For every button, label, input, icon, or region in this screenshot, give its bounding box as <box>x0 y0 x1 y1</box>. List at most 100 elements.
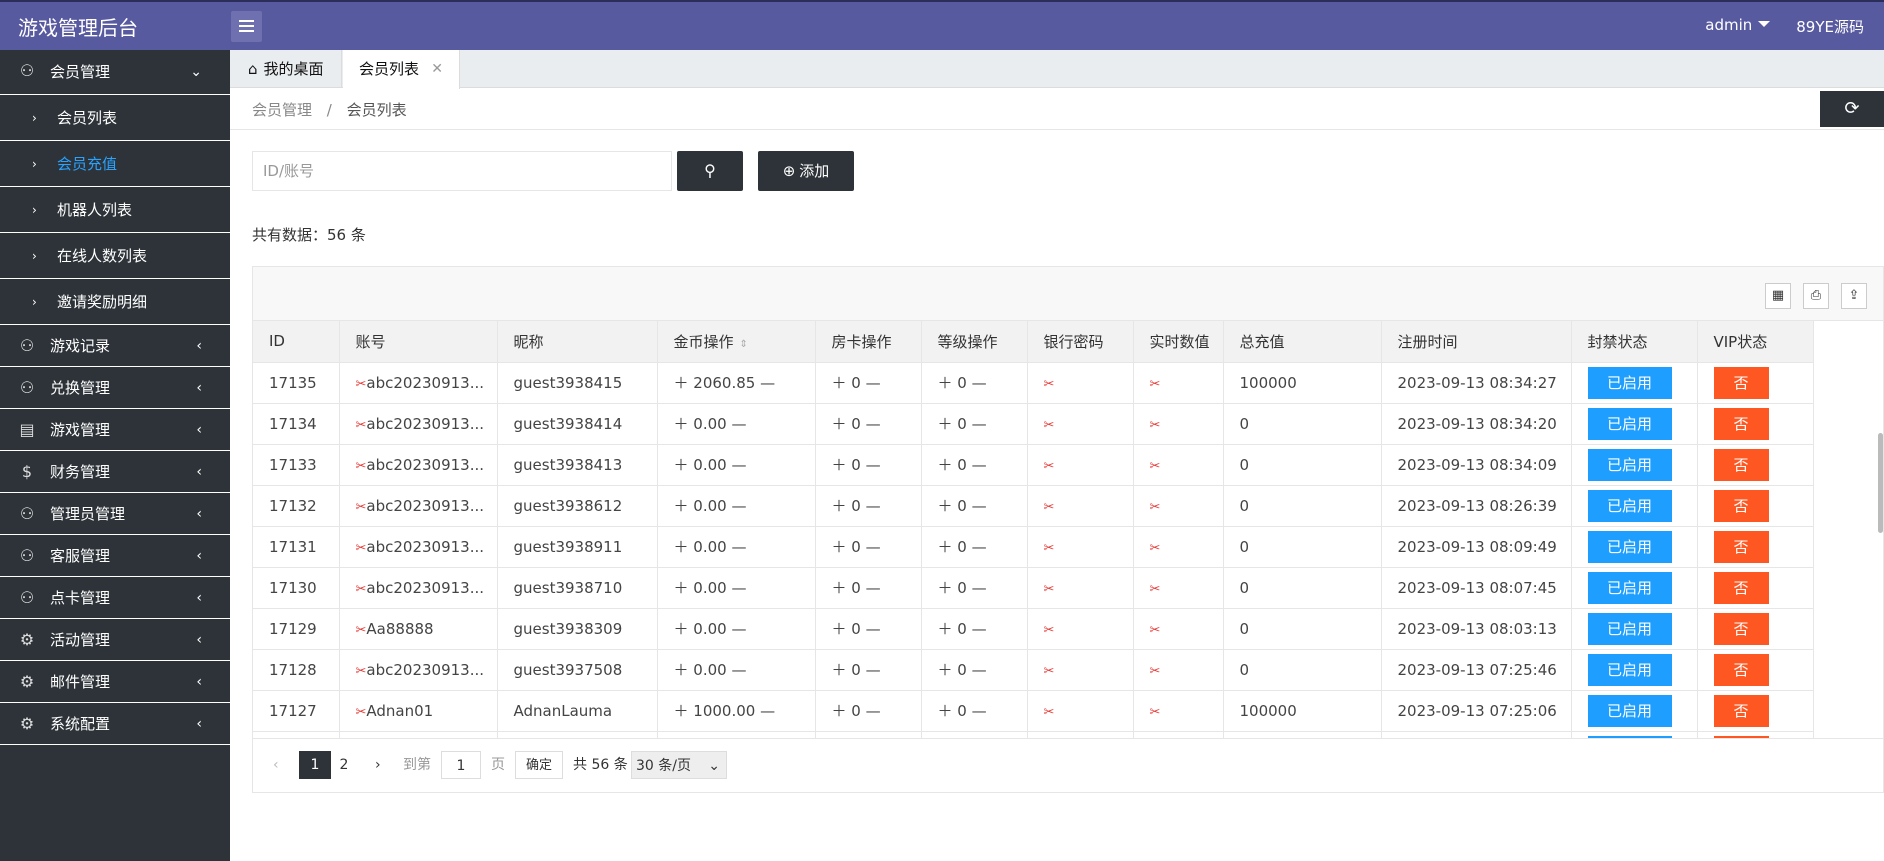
minus-icon[interactable]: — <box>967 702 987 720</box>
plus-icon[interactable]: ＋ <box>832 579 852 597</box>
broken-link-icon[interactable]: ✂ <box>1150 541 1161 556</box>
plus-icon[interactable]: ＋ <box>674 538 694 556</box>
broken-link-icon[interactable]: ✂ <box>1044 664 1055 679</box>
sidebar-subitem[interactable]: › 会员列表 <box>0 95 230 141</box>
broken-link-icon[interactable]: ✂ <box>1150 459 1161 474</box>
broken-link-icon[interactable]: ✂ <box>356 623 367 638</box>
plus-icon[interactable]: ＋ <box>674 374 694 392</box>
minus-icon[interactable]: — <box>755 702 775 720</box>
broken-link-icon[interactable]: ✂ <box>356 541 367 556</box>
minus-icon[interactable]: — <box>727 620 746 638</box>
plus-icon[interactable]: ＋ <box>832 456 852 474</box>
broken-link-icon[interactable]: ✂ <box>1150 377 1161 392</box>
export-icon[interactable]: ⇪ <box>1841 283 1867 309</box>
ban-status-button[interactable]: 已启用 <box>1587 653 1672 686</box>
plus-icon[interactable]: ＋ <box>832 497 852 515</box>
broken-link-icon[interactable]: ✂ <box>356 664 367 679</box>
search-input[interactable]: ID/账号 <box>252 151 672 191</box>
sidebar-item[interactable]: ⚇ 客服管理 ‹ <box>0 535 230 577</box>
broken-link-icon[interactable]: ✂ <box>1150 500 1161 515</box>
broken-link-icon[interactable]: ✂ <box>1150 582 1161 597</box>
ban-status-button[interactable]: 已启用 <box>1587 612 1672 645</box>
broken-link-icon[interactable]: ✂ <box>1150 664 1161 679</box>
minus-icon[interactable]: — <box>727 497 746 515</box>
vip-status-button[interactable]: 否 <box>1713 571 1769 604</box>
plus-icon[interactable]: ＋ <box>938 538 958 556</box>
broken-link-icon[interactable]: ✂ <box>1044 459 1055 474</box>
goto-confirm-button[interactable]: 确定 <box>515 751 563 779</box>
ban-status-button[interactable]: 已启用 <box>1587 448 1672 481</box>
minus-icon[interactable]: — <box>861 456 881 474</box>
minus-icon[interactable]: — <box>861 702 881 720</box>
minus-icon[interactable]: — <box>727 415 746 433</box>
plus-icon[interactable]: ＋ <box>938 497 958 515</box>
minus-icon[interactable]: — <box>727 456 746 474</box>
plus-icon[interactable]: ＋ <box>938 579 958 597</box>
broken-link-icon[interactable]: ✂ <box>356 500 367 515</box>
sidebar-item[interactable]: ⚙ 活动管理 ‹ <box>0 619 230 661</box>
vip-status-button[interactable]: 否 <box>1713 694 1769 727</box>
plus-icon[interactable]: ＋ <box>832 702 852 720</box>
next-page-icon[interactable]: › <box>375 751 381 779</box>
minus-icon[interactable]: — <box>861 374 881 392</box>
sidebar-item[interactable]: ▤ 游戏管理 ‹ <box>0 409 230 451</box>
vip-status-button[interactable]: 否 <box>1713 612 1769 645</box>
minus-icon[interactable]: — <box>967 579 987 597</box>
broken-link-icon[interactable]: ✂ <box>356 418 367 433</box>
plus-icon[interactable]: ＋ <box>832 538 852 556</box>
broken-link-icon[interactable]: ✂ <box>356 582 367 597</box>
broken-link-icon[interactable]: ✂ <box>1044 418 1055 433</box>
sidebar-subitem[interactable]: › 机器人列表 <box>0 187 230 233</box>
plus-icon[interactable]: ＋ <box>832 374 852 392</box>
tab-home[interactable]: ⌂ 我的桌面 <box>230 50 342 88</box>
plus-icon[interactable]: ＋ <box>832 661 852 679</box>
plus-icon[interactable]: ＋ <box>674 456 694 474</box>
vip-status-button[interactable]: 否 <box>1713 366 1769 399</box>
sidebar-item[interactable]: ⚙ 系统配置 ‹ <box>0 703 230 745</box>
minus-icon[interactable]: — <box>967 538 987 556</box>
minus-icon[interactable]: — <box>727 579 746 597</box>
minus-icon[interactable]: — <box>967 620 987 638</box>
broken-link-icon[interactable]: ✂ <box>1150 705 1161 720</box>
plus-icon[interactable]: ＋ <box>674 579 694 597</box>
close-icon[interactable]: ✕ <box>431 50 443 88</box>
add-button[interactable]: ⊕ 添加 <box>758 151 854 191</box>
broken-link-icon[interactable]: ✂ <box>356 459 367 474</box>
refresh-button[interactable]: ⟳ <box>1820 91 1884 127</box>
minus-icon[interactable]: — <box>727 538 746 556</box>
ban-status-button[interactable]: 已启用 <box>1587 694 1672 727</box>
scrollbar-thumb[interactable] <box>1878 433 1883 533</box>
columns-icon[interactable]: ▦ <box>1765 283 1791 309</box>
minus-icon[interactable]: — <box>861 415 881 433</box>
search-button[interactable]: ⚲ <box>677 151 743 191</box>
print-icon[interactable]: ⎙ <box>1803 283 1829 309</box>
sidebar-subitem[interactable]: › 会员充值 <box>0 141 230 187</box>
plus-icon[interactable]: ＋ <box>938 620 958 638</box>
plus-icon[interactable]: ＋ <box>938 661 958 679</box>
broken-link-icon[interactable]: ✂ <box>1044 541 1055 556</box>
minus-icon[interactable]: — <box>861 538 881 556</box>
minus-icon[interactable]: — <box>861 497 881 515</box>
ban-status-button[interactable]: 已启用 <box>1587 571 1672 604</box>
sidebar-item[interactable]: ⚇ 会员管理 ⌄ <box>0 50 230 95</box>
broken-link-icon[interactable]: ✂ <box>1044 377 1055 392</box>
broken-link-icon[interactable]: ✂ <box>1044 500 1055 515</box>
tab-member-list[interactable]: 会员列表 ✕ <box>343 50 460 89</box>
sidebar-item[interactable]: ⚇ 点卡管理 ‹ <box>0 577 230 619</box>
vip-status-button[interactable]: 否 <box>1713 489 1769 522</box>
broken-link-icon[interactable]: ✂ <box>1044 705 1055 720</box>
broken-link-icon[interactable]: ✂ <box>1150 418 1161 433</box>
per-page-select[interactable]: 30 条/页 ⌄ <box>631 751 727 779</box>
sort-icon[interactable]: ⇕ <box>740 339 748 350</box>
plus-icon[interactable]: ＋ <box>938 456 958 474</box>
minus-icon[interactable]: — <box>861 579 881 597</box>
table-body-clip[interactable]: ID 账号 昵称 金币操作 ⇕ 房卡操作 等级操作 银行密码 实时数值 总充值 注册时间 封禁状态 VI… <box>253 321 1883 738</box>
page-1[interactable]: 1 <box>299 751 331 779</box>
minus-icon[interactable]: — <box>861 661 881 679</box>
minus-icon[interactable]: — <box>967 497 987 515</box>
vip-status-button[interactable]: 否 <box>1713 653 1769 686</box>
minus-icon[interactable]: — <box>967 415 987 433</box>
prev-page-icon[interactable]: ‹ <box>273 751 279 779</box>
vip-status-button[interactable]: 否 <box>1713 407 1769 440</box>
vip-status-button[interactable]: 否 <box>1713 448 1769 481</box>
